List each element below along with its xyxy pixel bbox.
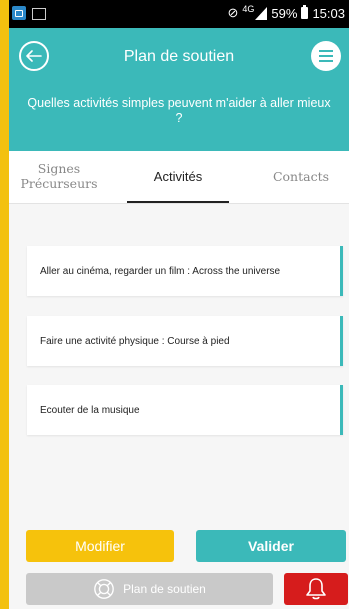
valider-button[interactable]: Valider xyxy=(196,530,346,562)
page-subtitle: Quelles activités simples peuvent m'aide… xyxy=(27,96,331,125)
bell-icon xyxy=(306,578,326,600)
alert-button[interactable] xyxy=(284,573,348,605)
app-notification-icon xyxy=(12,6,26,20)
signal-icon xyxy=(255,6,268,20)
plan-de-soutien-button[interactable]: Plan de soutien xyxy=(26,573,273,605)
plan-de-soutien-label: Plan de soutien xyxy=(123,582,206,596)
battery-icon xyxy=(301,5,309,19)
header: Plan de soutien Quelles activités simple… xyxy=(9,28,349,151)
nfc-icon: ⊘ xyxy=(227,5,239,20)
tab-contacts[interactable]: Contacts xyxy=(253,151,349,203)
battery-percent: 59% xyxy=(271,5,298,21)
hamburger-icon xyxy=(319,50,333,52)
tab-bar: Signes Précurseurs Activités Contacts xyxy=(9,151,349,204)
network-type: 4G xyxy=(242,4,255,14)
tab-signes-precurseurs[interactable]: Signes Précurseurs xyxy=(9,151,109,203)
clock: 15:03 xyxy=(312,5,345,21)
lifebuoy-icon xyxy=(94,579,114,599)
list-item[interactable]: Ecouter de la musique xyxy=(27,385,343,435)
app-screen: ⊘ 4G 59% 15:03 Plan de soutien Quelles a… xyxy=(9,0,349,609)
status-bar: ⊘ 4G 59% 15:03 xyxy=(9,0,349,28)
modifier-button[interactable]: Modifier xyxy=(26,530,174,562)
activities-list: Aller au cinéma, regarder un film : Acro… xyxy=(9,204,349,524)
menu-button[interactable] xyxy=(311,41,341,71)
image-notification-icon xyxy=(32,8,46,20)
list-item[interactable]: Faire une activité physique : Course à p… xyxy=(27,316,343,366)
tab-activites[interactable]: Activités xyxy=(127,151,229,203)
page-title: Plan de soutien xyxy=(123,48,235,65)
list-item[interactable]: Aller au cinéma, regarder un film : Acro… xyxy=(27,246,343,296)
